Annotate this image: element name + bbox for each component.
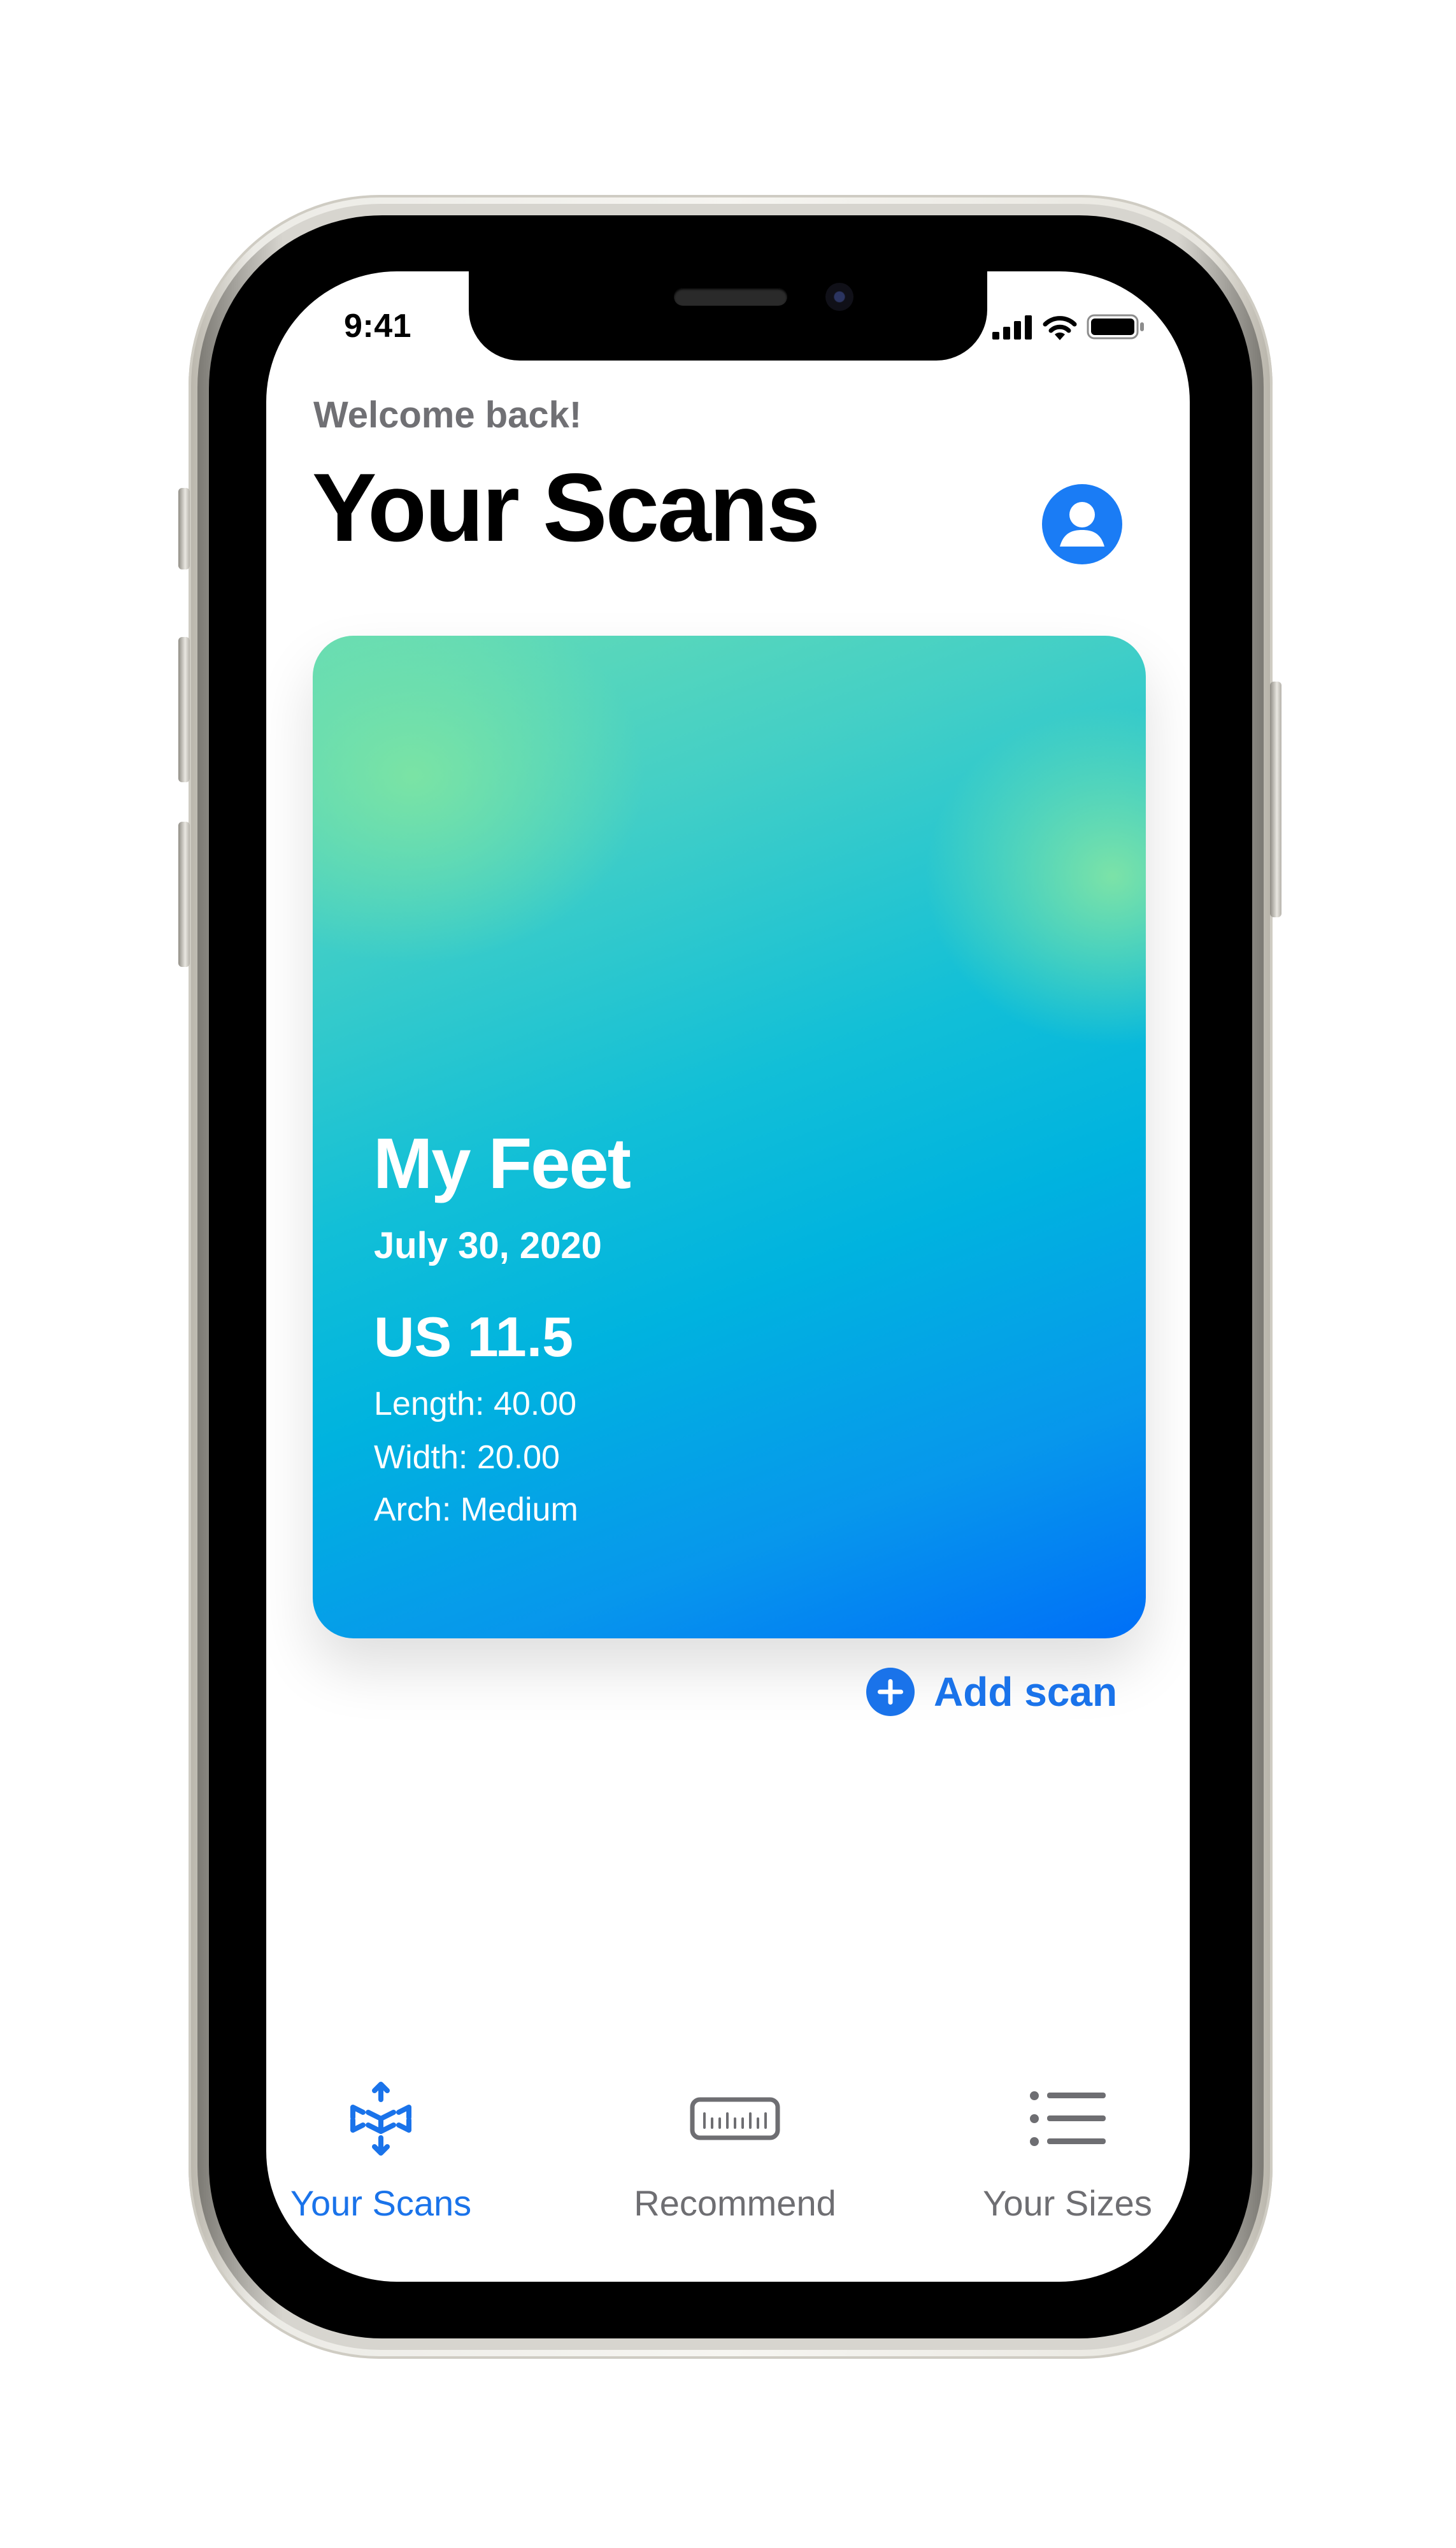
- tab-label-recommend: Recommend: [634, 2183, 836, 2223]
- profile-button[interactable]: [1042, 484, 1122, 564]
- scan-icon: [343, 2080, 419, 2157]
- scan-card-length: Length: 40.00: [374, 1385, 577, 1422]
- silent-switch: [178, 488, 190, 569]
- cellular-signal-icon: [992, 315, 1032, 340]
- add-scan-label: Add scan: [934, 1669, 1118, 1715]
- tab-your-scans[interactable]: Your Scans: [290, 2080, 472, 2224]
- volume-down-button: [178, 822, 190, 967]
- plus-circle-icon: [866, 1668, 915, 1716]
- list-icon: [1029, 2080, 1106, 2157]
- welcome-text: Welcome back!: [313, 394, 582, 436]
- app-screen: 9:41 Welcome back! Your Scans My Feet Ju…: [266, 271, 1190, 2282]
- scan-card-width: Width: 20.00: [374, 1439, 560, 1476]
- scan-card-size: US 11.5: [374, 1305, 574, 1368]
- tab-your-sizes[interactable]: Your Sizes: [966, 2080, 1169, 2224]
- tab-label-your-scans: Your Scans: [290, 2183, 472, 2223]
- front-camera: [825, 283, 853, 311]
- battery-icon: [1087, 314, 1144, 340]
- status-icons: [992, 313, 1145, 340]
- notch: [469, 271, 987, 361]
- ruler-icon: [689, 2080, 781, 2157]
- scan-card[interactable]: My Feet July 30, 2020 US 11.5 Length: 40…: [313, 636, 1146, 1638]
- tab-label-your-sizes: Your Sizes: [983, 2183, 1152, 2223]
- scan-card-date: July 30, 2020: [374, 1225, 602, 1266]
- tab-recommend[interactable]: Recommend: [627, 2080, 843, 2224]
- scan-card-title: My Feet: [373, 1124, 631, 1203]
- add-scan-button[interactable]: Add scan: [866, 1668, 1117, 1716]
- wifi-icon: [1043, 316, 1077, 340]
- scan-card-arch: Arch: Medium: [374, 1491, 578, 1528]
- status-time: 9:41: [344, 308, 412, 345]
- volume-up-button: [178, 637, 190, 782]
- side-button: [1270, 682, 1281, 917]
- page-title: Your Scans: [312, 454, 820, 562]
- person-circle-icon: [1060, 502, 1104, 547]
- speaker-grille: [674, 288, 787, 306]
